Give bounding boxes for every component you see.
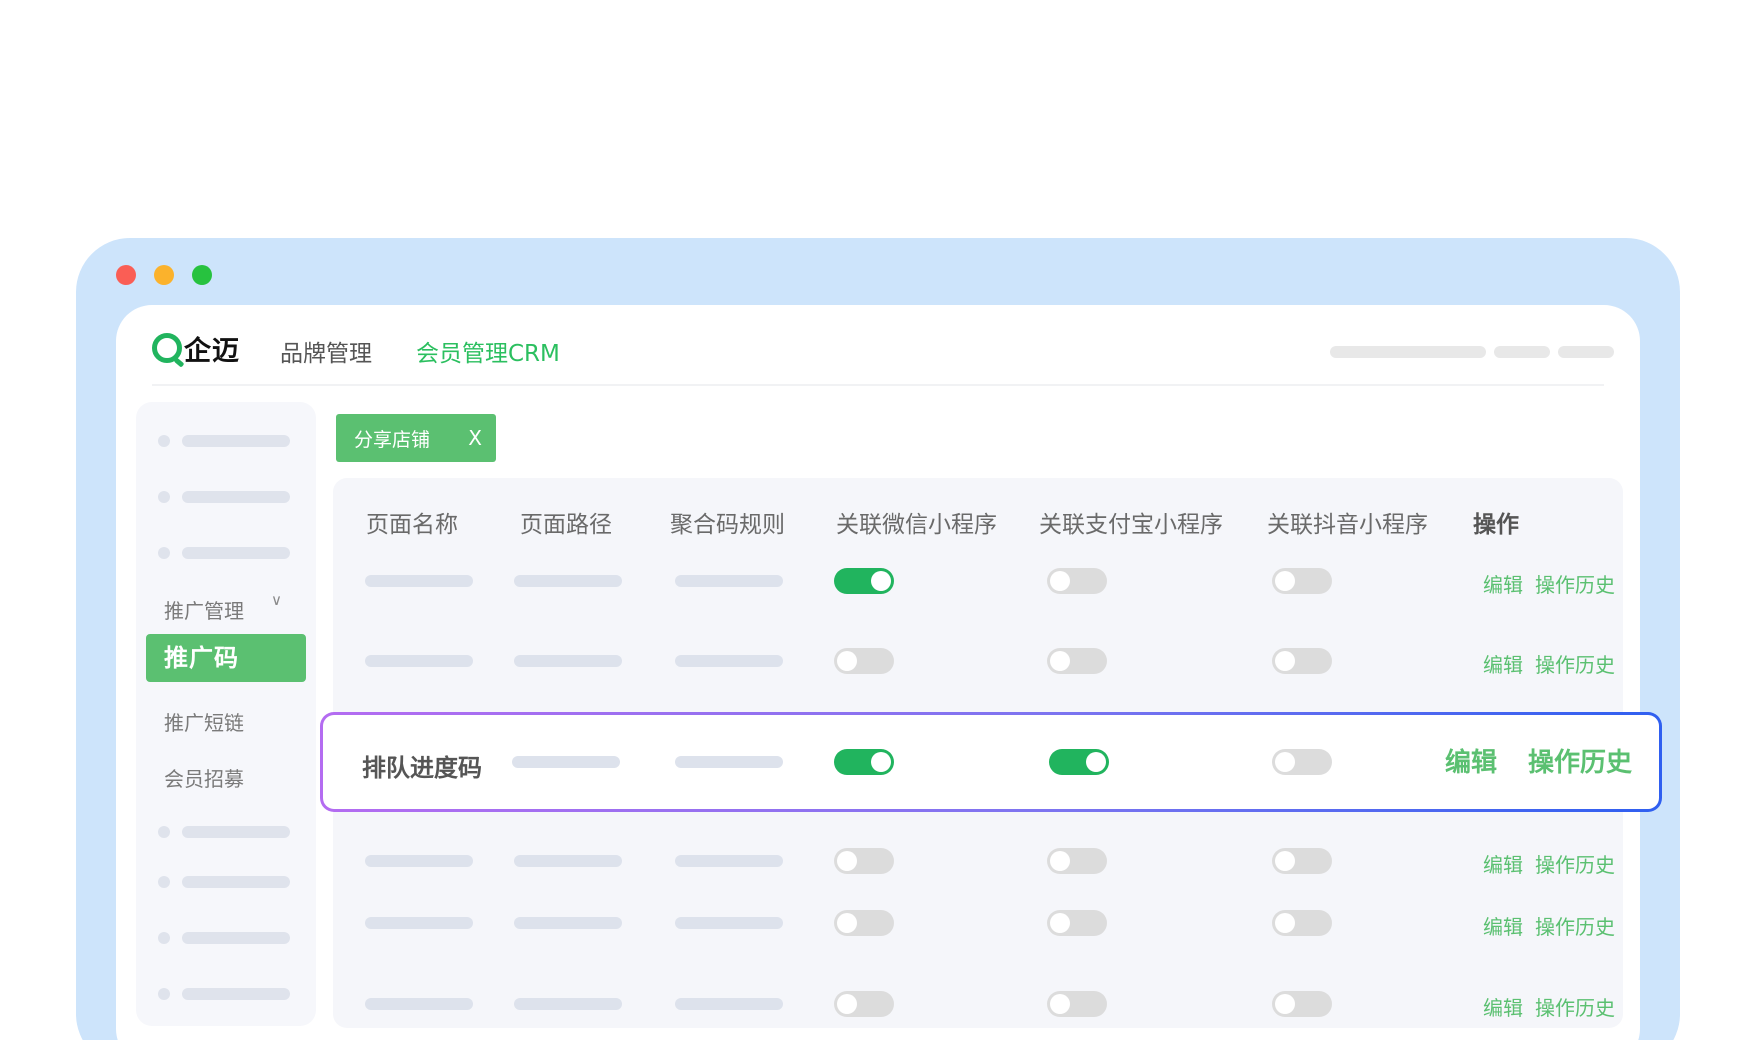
wechat-miniprogram-toggle[interactable] (834, 910, 894, 936)
sidebar-placeholder-dot (158, 547, 170, 559)
operation-history-link[interactable]: 操作历史 (1535, 569, 1615, 598)
sidebar-placeholder-dot (158, 932, 170, 944)
row-aggregate-rule-placeholder (675, 575, 783, 587)
column-header-douyin-miniprogram: 关联抖音小程序 (1267, 512, 1428, 538)
stage: 企迈 品牌管理 会员管理CRM 推广管理 ∨ 推广码 推广短链 会员招募 分享店… (0, 0, 1756, 1040)
sidebar-placeholder-dot (158, 826, 170, 838)
column-header-page-path: 页面路径 (520, 512, 612, 538)
row-aggregate-rule-placeholder (675, 655, 783, 667)
edit-link[interactable]: 编辑 (1483, 911, 1523, 940)
wechat-miniprogram-toggle[interactable] (834, 568, 894, 594)
close-icon[interactable]: X (468, 426, 482, 450)
row-page-name-placeholder (365, 655, 473, 667)
row-page-path-placeholder (514, 998, 622, 1010)
douyin-miniprogram-toggle[interactable] (1272, 991, 1332, 1017)
douyin-miniprogram-toggle[interactable] (1272, 568, 1332, 594)
sidebar-placeholder-dot (158, 876, 170, 888)
alipay-miniprogram-toggle[interactable] (1047, 848, 1107, 874)
sidebar-placeholder-dot (158, 435, 170, 447)
alipay-miniprogram-toggle[interactable] (1047, 568, 1107, 594)
sidebar-item-short-link[interactable]: 推广短链 (164, 707, 244, 736)
header-placeholder-bar (1494, 346, 1550, 358)
row-page-path-placeholder (514, 575, 622, 587)
operation-history-link[interactable]: 操作历史 (1535, 649, 1615, 678)
edit-link[interactable]: 编辑 (1483, 569, 1523, 598)
alipay-miniprogram-toggle[interactable] (1049, 749, 1109, 775)
window-close-button[interactable] (116, 265, 136, 285)
edit-link[interactable]: 编辑 (1483, 992, 1523, 1021)
column-header-alipay-miniprogram: 关联支付宝小程序 (1039, 512, 1223, 538)
logo-text: 企迈 (184, 335, 240, 367)
row-page-name: 排队进度码 (362, 754, 482, 782)
edit-link[interactable]: 编辑 (1483, 849, 1523, 878)
sidebar-placeholder-item[interactable] (182, 435, 290, 447)
alipay-miniprogram-toggle[interactable] (1047, 991, 1107, 1017)
sidebar-placeholder-item[interactable] (182, 876, 290, 888)
operation-history-link[interactable]: 操作历史 (1535, 911, 1615, 940)
sidebar-placeholder-item[interactable] (182, 547, 290, 559)
operation-history-link[interactable]: 操作历史 (1535, 992, 1615, 1021)
operation-history-link[interactable]: 操作历史 (1528, 742, 1632, 779)
wechat-miniprogram-toggle[interactable] (834, 991, 894, 1017)
nav-member-crm[interactable]: 会员管理CRM (416, 334, 560, 368)
wechat-miniprogram-toggle[interactable] (834, 749, 894, 775)
logo-q-icon (152, 333, 182, 363)
header-placeholder-bar (1558, 346, 1614, 358)
sidebar-placeholder-item[interactable] (182, 826, 290, 838)
row-page-path-placeholder (514, 855, 622, 867)
chevron-down-icon[interactable]: ∨ (271, 591, 282, 609)
tab-label: 分享店铺 (354, 428, 431, 451)
edit-link[interactable]: 编辑 (1445, 742, 1497, 779)
row-page-name-placeholder (365, 917, 473, 929)
row-page-path-placeholder (514, 917, 622, 929)
sidebar-placeholder-dot (158, 988, 170, 1000)
row-page-path-placeholder (512, 756, 620, 768)
column-header-actions: 操作 (1473, 512, 1519, 538)
sidebar-placeholder-item[interactable] (182, 988, 290, 1000)
column-header-page-name: 页面名称 (366, 512, 458, 538)
sidebar-item-member-recruit[interactable]: 会员招募 (164, 763, 244, 792)
alipay-miniprogram-toggle[interactable] (1047, 648, 1107, 674)
window-maximize-button[interactable] (192, 265, 212, 285)
douyin-miniprogram-toggle[interactable] (1272, 910, 1332, 936)
row-aggregate-rule-placeholder (675, 917, 783, 929)
row-page-name-placeholder (365, 855, 473, 867)
nav-brand-management[interactable]: 品牌管理 (280, 334, 372, 368)
row-aggregate-rule-placeholder (675, 756, 783, 768)
operation-history-link[interactable]: 操作历史 (1535, 849, 1615, 878)
sidebar-placeholder-item[interactable] (182, 932, 290, 944)
header-placeholder-bar (1330, 346, 1486, 358)
douyin-miniprogram-toggle[interactable] (1272, 848, 1332, 874)
row-page-path-placeholder (514, 655, 622, 667)
row-aggregate-rule-placeholder (675, 998, 783, 1010)
column-header-aggregate-rule: 聚合码规则 (670, 512, 785, 538)
douyin-miniprogram-toggle[interactable] (1272, 749, 1332, 775)
sidebar-item-promo-code[interactable]: 推广码 (146, 634, 306, 682)
sidebar-placeholder-dot (158, 491, 170, 503)
wechat-miniprogram-toggle[interactable] (834, 848, 894, 874)
wechat-miniprogram-toggle[interactable] (834, 648, 894, 674)
row-page-name-placeholder (365, 998, 473, 1010)
row-page-name-placeholder (365, 575, 473, 587)
douyin-miniprogram-toggle[interactable] (1272, 648, 1332, 674)
app-logo[interactable]: 企迈 (152, 328, 240, 368)
alipay-miniprogram-toggle[interactable] (1047, 910, 1107, 936)
window-minimize-button[interactable] (154, 265, 174, 285)
sidebar-placeholder-item[interactable] (182, 491, 290, 503)
row-aggregate-rule-placeholder (675, 855, 783, 867)
tab-share-store[interactable]: 分享店铺 X (336, 414, 496, 462)
header-divider (152, 384, 1604, 386)
sidebar-group-promotion[interactable]: 推广管理 (164, 595, 244, 624)
edit-link[interactable]: 编辑 (1483, 649, 1523, 678)
column-header-wechat-miniprogram: 关联微信小程序 (836, 512, 997, 538)
